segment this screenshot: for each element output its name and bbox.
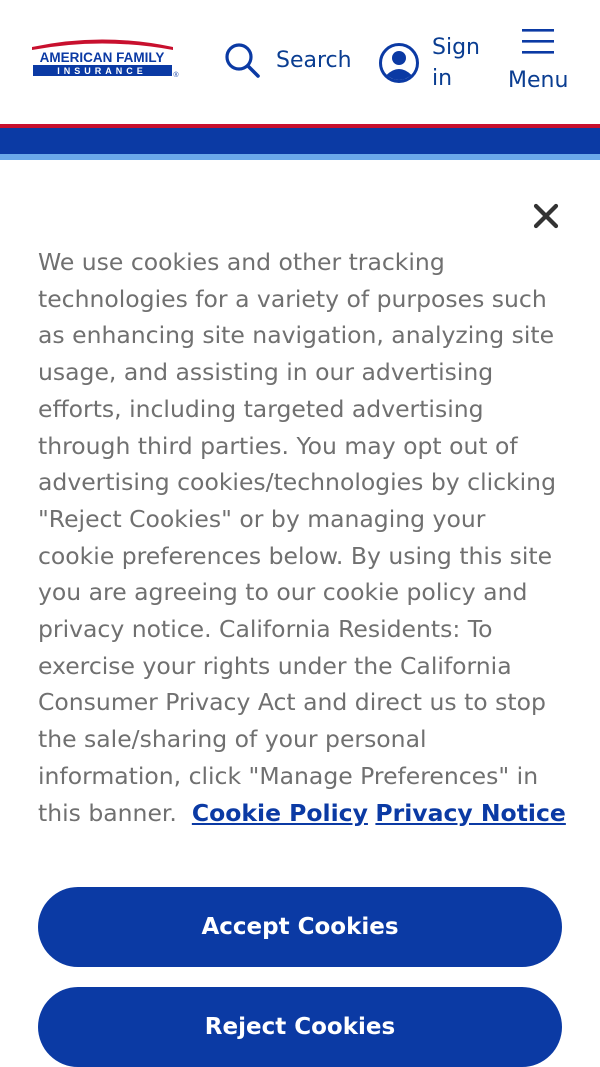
sign-in-label: Sign in bbox=[432, 35, 480, 91]
site-header: AMERICAN FAMILY INSURANCE ® Search Sign … bbox=[0, 0, 600, 124]
logo-registered-mark: ® bbox=[173, 71, 179, 79]
close-banner-button[interactable] bbox=[528, 198, 564, 234]
user-account-icon bbox=[378, 42, 420, 84]
close-icon bbox=[533, 203, 559, 229]
logo-line2: INSURANCE bbox=[57, 66, 147, 76]
accept-cookies-button[interactable]: Accept Cookies bbox=[38, 887, 562, 967]
cookie-banner-body: We use cookies and other tracking techno… bbox=[38, 248, 556, 827]
american-family-logo[interactable]: AMERICAN FAMILY INSURANCE ® bbox=[30, 34, 180, 80]
sign-in-button[interactable]: Sign in bbox=[378, 28, 484, 98]
cookie-consent-banner: We use cookies and other tracking techno… bbox=[0, 160, 600, 1067]
logo-line1: AMERICAN FAMILY bbox=[40, 50, 165, 65]
cookie-banner-text: We use cookies and other tracking techno… bbox=[38, 244, 568, 831]
menu-button[interactable]: Menu bbox=[506, 26, 572, 96]
cookie-policy-link[interactable]: Cookie Policy bbox=[192, 799, 368, 827]
reject-cookies-button[interactable]: Reject Cookies bbox=[38, 987, 562, 1067]
privacy-notice-link[interactable]: Privacy Notice bbox=[375, 799, 565, 827]
menu-label: Menu bbox=[508, 68, 569, 93]
search-icon bbox=[222, 40, 262, 80]
hamburger-menu-icon bbox=[520, 26, 556, 56]
header-blue-band bbox=[0, 128, 600, 154]
search-label: Search bbox=[276, 47, 352, 73]
search-button[interactable]: Search bbox=[222, 38, 352, 82]
